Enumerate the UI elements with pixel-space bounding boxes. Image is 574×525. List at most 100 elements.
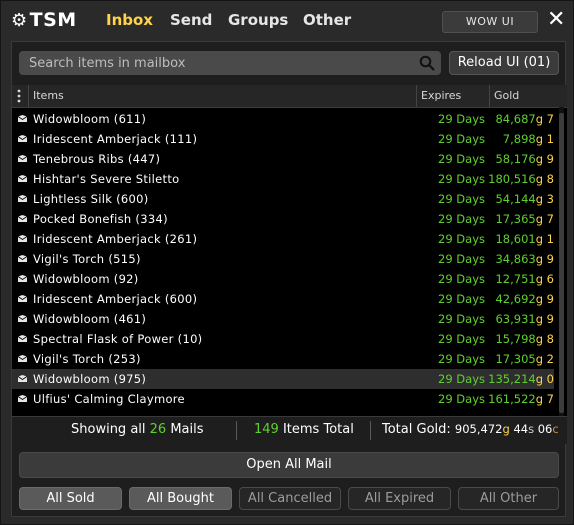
expires-cell: 29 Days — [438, 352, 485, 366]
logo-text: TSM — [29, 9, 77, 31]
column-menu-icon[interactable] — [17, 89, 21, 103]
item-name: Tenebrous Ribs (447) — [33, 152, 161, 166]
tsm-mailbox-window: ⚙TSM Inbox Send Groups Other WOW UI ✕ Re… — [0, 0, 574, 525]
all-other-button[interactable]: All Other — [458, 487, 559, 510]
column-header-items[interactable]: Items — [33, 85, 64, 107]
table-row[interactable]: Tenebrous Ribs (447) 29 Days 58,176g 9 — [12, 149, 554, 169]
item-name: Vigil's Torch (253) — [33, 352, 141, 366]
item-name: Iridescent Amberjack (261) — [33, 232, 198, 246]
gold-cell: 15,798g 8 — [495, 332, 554, 346]
table-row[interactable]: Widowbloom (461) 29 Days 63,931g 9 — [12, 309, 554, 329]
expires-cell: 29 Days — [438, 292, 485, 306]
table-row[interactable]: Iridescent Amberjack (600) 29 Days 42,692g… — [12, 289, 554, 309]
table-row[interactable]: Iridescent Amberjack (111) 29 Days 7,898g … — [12, 129, 554, 149]
all-expired-button[interactable]: All Expired — [348, 487, 451, 510]
expires-cell: 29 Days — [438, 192, 485, 206]
expires-cell: 29 Days — [438, 152, 485, 166]
search-box[interactable] — [19, 51, 441, 75]
expires-cell: 29 Days — [438, 312, 485, 326]
gold-cell: 18,601g 1 — [495, 232, 554, 246]
gold-cell: 180,516g 8 — [488, 172, 554, 186]
close-icon[interactable]: ✕ — [547, 7, 565, 33]
expires-cell: 29 Days — [438, 372, 485, 386]
gold-cell: 84,687g 7 — [495, 112, 554, 126]
title-bar: ⚙ TSM Inbox Send Groups Other WOW UI ✕ — [1, 1, 574, 41]
mail-icon — [18, 115, 27, 122]
mail-count-text: Showing all 26 Mails — [71, 422, 204, 437]
table-row[interactable]: Hishtar's Severe Stiletto 29 Days 180,516g… — [12, 169, 554, 189]
gear-icon: ⚙ — [11, 10, 28, 31]
table-row[interactable]: Lightless Silk (600) 29 Days 54,144g 3 — [12, 189, 554, 209]
item-name: Widowbloom (92) — [33, 272, 139, 286]
table-row[interactable]: Iridescent Amberjack (261) 29 Days 18,601g… — [12, 229, 554, 249]
gold-cell: 17,365g 7 — [495, 212, 554, 226]
mail-icon — [18, 235, 27, 242]
gold-cell: 63,931g 9 — [495, 312, 554, 326]
item-name: Iridescent Amberjack (600) — [33, 292, 198, 306]
table-row[interactable]: Pocked Bonefish (334) 29 Days 17,365g 7 — [12, 209, 554, 229]
expires-cell: 29 Days — [438, 392, 485, 406]
table-row[interactable]: Widowbloom (975) 29 Days 135,214g 0 — [12, 369, 554, 389]
item-name: Lightless Silk (600) — [33, 192, 149, 206]
gold-cell: 12,751g 6 — [495, 272, 554, 286]
item-name: Widowbloom (611) — [33, 112, 147, 126]
mail-count: 26 — [149, 422, 167, 437]
tab-groups[interactable]: Groups — [228, 11, 288, 29]
mail-icon — [18, 255, 27, 262]
expires-cell: 29 Days — [438, 272, 485, 286]
search-input[interactable] — [29, 51, 409, 75]
table-row[interactable]: Widowbloom (611) 29 Days 84,687g 7 — [12, 109, 554, 129]
tab-other[interactable]: Other — [303, 11, 351, 29]
items-total-text: 149 Items Total — [254, 422, 354, 437]
expires-cell: 29 Days — [438, 172, 485, 186]
table-row[interactable]: Vigil's Torch (253) 29 Days 17,305g 2 — [12, 349, 554, 369]
gold-cell: 7,898g 1 — [502, 132, 554, 146]
total-gold-text: Total Gold: 905,472g 44s 06c — [382, 422, 559, 437]
item-name: Iridescent Amberjack (111) — [33, 132, 198, 146]
wow-ui-button[interactable]: WOW UI — [442, 11, 538, 33]
gold-cell: 34,863g 9 — [495, 252, 554, 266]
table-row[interactable]: Vigil's Torch (515) 29 Days 34,863g 9 — [12, 249, 554, 269]
gold-cell: 54,144g 3 — [495, 192, 554, 206]
item-name: Widowbloom (975) — [33, 372, 147, 386]
gold-cell: 135,214g 0 — [488, 372, 554, 386]
all-sold-button[interactable]: All Sold — [19, 487, 122, 510]
item-name: Ulfius' Calming Claymore — [33, 392, 185, 406]
mail-icon — [18, 135, 27, 142]
mail-icon — [18, 395, 27, 402]
reload-ui-button[interactable]: Reload UI (01) — [449, 51, 559, 75]
expires-cell: 29 Days — [438, 212, 485, 226]
gold-cell: 161,522g 7 — [488, 392, 554, 406]
column-header-expires[interactable]: Expires — [421, 85, 461, 107]
expires-cell: 29 Days — [438, 232, 485, 246]
tab-inbox[interactable]: Inbox — [106, 11, 153, 29]
column-header-gold[interactable]: Gold — [494, 85, 519, 107]
all-cancelled-button[interactable]: All Cancelled — [239, 487, 341, 510]
table-row[interactable]: Widowbloom (92) 29 Days 12,751g 6 — [12, 269, 554, 289]
item-name: Widowbloom (461) — [33, 312, 147, 326]
scrollbar-thumb[interactable] — [559, 113, 564, 413]
mail-icon — [18, 155, 27, 162]
total-gold-value: 905,472g 44s 06c — [454, 422, 559, 436]
expires-cell: 29 Days — [438, 112, 485, 126]
search-icon[interactable] — [419, 55, 435, 71]
mail-icon — [18, 175, 27, 182]
table-row[interactable]: Ulfius' Calming Claymore 29 Days 161,522g … — [12, 389, 554, 409]
gold-cell: 17,305g 2 — [495, 352, 554, 366]
gold-cell: 42,692g 9 — [495, 292, 554, 306]
mail-icon — [18, 195, 27, 202]
tsm-logo: ⚙ TSM — [11, 9, 77, 31]
open-all-mail-button[interactable]: Open All Mail — [19, 452, 559, 478]
all-bought-button[interactable]: All Bought — [129, 487, 232, 510]
tab-send[interactable]: Send — [170, 11, 212, 29]
item-name: Vigil's Torch (515) — [33, 252, 141, 266]
mail-icon — [18, 275, 27, 282]
mail-icon — [18, 315, 27, 322]
item-name: Spectral Flask of Power (10) — [33, 332, 203, 346]
item-name: Hishtar's Severe Stiletto — [33, 172, 180, 186]
table-header: Items Expires Gold — [12, 85, 567, 108]
mail-table: Items Expires Gold Widowbloom (611) 29 Da… — [12, 85, 567, 416]
mail-icon — [18, 375, 27, 382]
mailbox-summary: Showing all 26 Mails 149 Items Total Tot… — [12, 416, 567, 444]
table-row[interactable]: Spectral Flask of Power (10) 29 Days 15,79… — [12, 329, 554, 349]
